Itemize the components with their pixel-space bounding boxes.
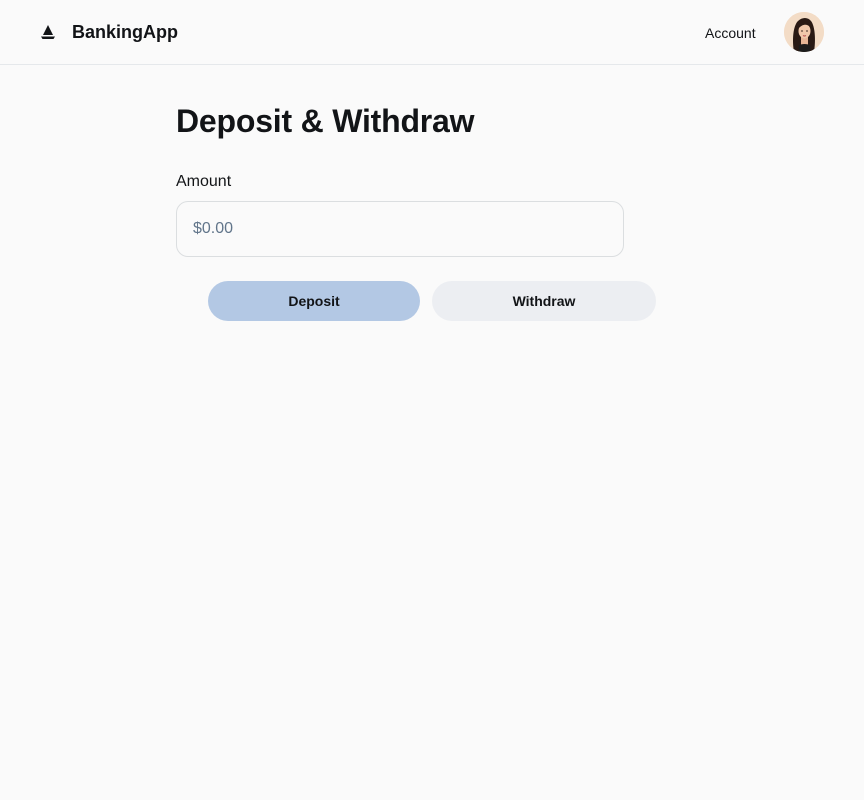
- avatar[interactable]: [784, 12, 824, 52]
- app-title: BankingApp: [72, 22, 178, 42]
- sailboat-logo-icon: [41, 25, 55, 39]
- amount-input[interactable]: [176, 201, 624, 257]
- withdraw-button[interactable]: Withdraw: [432, 281, 656, 321]
- page-title: Deposit & Withdraw: [176, 103, 475, 139]
- top-nav-bar: BankingApp Account: [0, 0, 864, 65]
- nav-link-account[interactable]: Account: [705, 23, 756, 43]
- amount-label: Amount: [176, 173, 232, 190]
- user-avatar-image: [784, 12, 824, 52]
- deposit-button[interactable]: Deposit: [208, 281, 420, 321]
